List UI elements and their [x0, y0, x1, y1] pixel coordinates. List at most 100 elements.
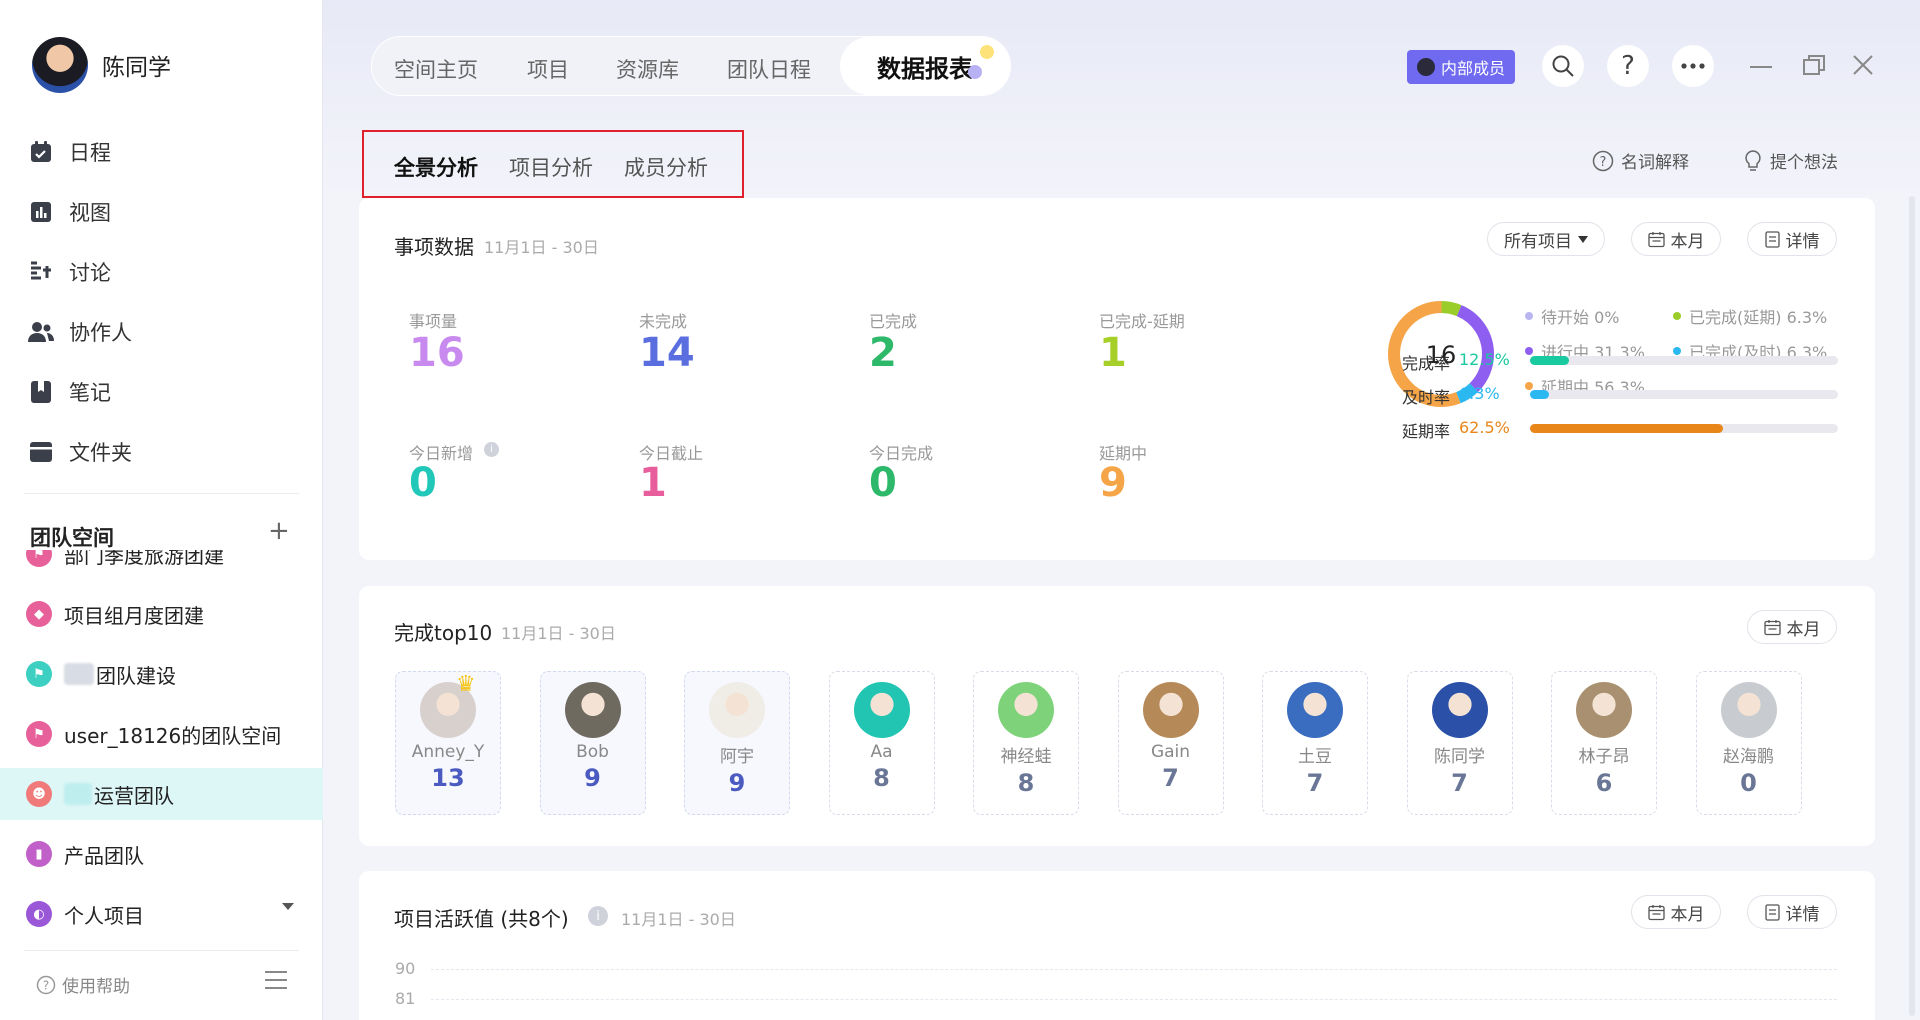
team-item[interactable]: ⚑ user_18126的团队空间 [0, 708, 323, 760]
question-circle-icon: ? [1592, 150, 1614, 171]
sidebar: 陈同学 日程 视图 讨论 协作人 笔记 文件夹 团队空间 + ⚑ 部门季度旅游团… [0, 0, 323, 1020]
member-card[interactable]: Gain 7 [1117, 671, 1224, 815]
nav-item-folder[interactable]: 文件夹 [27, 427, 307, 477]
user-avatar[interactable] [32, 37, 88, 93]
add-team-button[interactable]: + [268, 516, 290, 546]
member-name: Anney_Y [411, 742, 485, 762]
team-list[interactable]: ⚑ 部门季度旅游团建 ◆ 项目组月度团建 ⚑ 团队建设 ⚑ user_18126… [0, 550, 323, 967]
tab-data-report[interactable]: 数据报表 [840, 37, 1010, 95]
restore-button[interactable] [1803, 55, 1825, 75]
tab-resources[interactable]: 资源库 [616, 54, 679, 84]
member-card[interactable]: 阿宇 9 [684, 671, 790, 815]
expand-arrow-icon[interactable] [281, 902, 295, 912]
scrollbar[interactable] [1909, 196, 1915, 1016]
member-count: 7 [1306, 769, 1324, 797]
tab-team-schedule[interactable]: 团队日程 [727, 54, 811, 84]
team-item-label: 部门季度旅游团建 [64, 550, 224, 568]
stat-value: 0 [409, 460, 437, 506]
top-tabs: 空间主页 项目 资源库 团队日程 数据报表 [371, 36, 1011, 96]
member-badge[interactable]: 内部成员 [1407, 50, 1516, 84]
rate-value: 6.3% [1459, 384, 1500, 403]
team-item-label: 运营团队 [94, 783, 174, 808]
month-button[interactable]: 本月 [1747, 610, 1837, 644]
stat-label: 未完成 [639, 312, 688, 331]
badge-avatar [1417, 58, 1435, 76]
team-hat-icon: ◆ [26, 601, 52, 627]
detail-button-label: 详情 [1785, 904, 1820, 925]
month-button-label: 本月 [1670, 231, 1705, 252]
member-avatar [1576, 682, 1632, 738]
member-avatar [564, 682, 621, 738]
member-count: 8 [873, 764, 890, 792]
member-count: 9 [584, 764, 601, 792]
nav-item-view[interactable]: 视图 [27, 187, 307, 237]
tab-space-home[interactable]: 空间主页 [394, 54, 478, 84]
month-button[interactable]: 本月 [1631, 895, 1721, 929]
team-item[interactable]: ▮ 产品团队 [0, 828, 323, 880]
member-avatar [1431, 682, 1488, 738]
member-card[interactable]: 林子昂 6 [1551, 671, 1657, 815]
subtab-project[interactable]: 项目分析 [509, 152, 593, 182]
info-icon[interactable]: i [588, 906, 608, 926]
rate-bar-fill [1530, 424, 1723, 433]
activity-title: 项目活跃值 (共8个) [394, 907, 569, 931]
close-button[interactable] [1853, 55, 1873, 75]
folder-icon [27, 438, 55, 466]
legend-dot [1525, 312, 1533, 320]
member-card[interactable]: 赵海鹏 0 [1695, 671, 1802, 815]
y-tick: 90 [395, 959, 416, 978]
user-name[interactable]: 陈同学 [102, 48, 171, 82]
team-item-active[interactable]: ☻ 运营团队 [0, 768, 323, 820]
member-name: 土豆 [1298, 747, 1332, 767]
member-card[interactable]: 神经蛙 8 [973, 671, 1079, 815]
tab-data-report-label: 数据报表 [877, 54, 973, 83]
team-item[interactable]: ◐ 个人项目 [0, 888, 323, 940]
detail-button[interactable]: 详情 [1747, 895, 1837, 929]
member-name: 神经蛙 [1000, 747, 1052, 767]
nav-item-label: 笔记 [69, 381, 111, 405]
member-card[interactable]: Bob 9 [539, 671, 646, 815]
member-name: 林子昂 [1578, 747, 1630, 767]
help-circle-icon: ? [36, 975, 56, 994]
stat-value: 0 [869, 460, 897, 506]
stat-label: 事项量 [409, 312, 458, 331]
tab-projects[interactable]: 项目 [527, 54, 569, 84]
info-icon[interactable]: i [484, 442, 499, 457]
member-count: 6 [1595, 769, 1613, 797]
subtab-member[interactable]: 成员分析 [624, 152, 708, 182]
search-button[interactable] [1542, 45, 1584, 87]
nav-item-label: 讨论 [69, 261, 111, 285]
close-icon [1853, 55, 1873, 75]
nav-item-schedule[interactable]: 日程 [27, 127, 307, 177]
help-button[interactable]: ? [1607, 45, 1649, 87]
help-link[interactable]: ? 使用帮助 [36, 972, 130, 997]
month-button[interactable]: 本月 [1631, 222, 1721, 256]
more-button[interactable] [1672, 45, 1714, 87]
member-card[interactable]: 陈同学 7 [1406, 671, 1513, 815]
svg-text:?: ? [1600, 155, 1607, 170]
team-item[interactable]: ◆ 项目组月度团建 [0, 588, 323, 640]
member-avatar [709, 682, 765, 738]
member-name: 赵海鹏 [1723, 747, 1774, 767]
team-item[interactable]: ⚑ 团队建设 [0, 648, 323, 700]
menu-icon[interactable] [264, 970, 288, 990]
member-card[interactable]: Aa 8 [828, 671, 935, 815]
member-card[interactable]: ♛ Anney_Y 13 [395, 671, 501, 815]
member-count: 0 [1740, 769, 1757, 797]
nav-item-notes[interactable]: 笔记 [27, 367, 307, 417]
feedback-link[interactable]: 提个想法 [1743, 148, 1838, 173]
activity-card: 项目活跃值 (共8个) i 11月1日 - 30日 本月 详情 90 81 [359, 871, 1875, 1020]
project-filter-dropdown[interactable]: 所有项目 [1487, 222, 1605, 256]
glossary-link[interactable]: ? 名词解释 [1592, 148, 1689, 173]
subtab-overview[interactable]: 全景分析 [394, 152, 478, 182]
detail-button[interactable]: 详情 [1747, 222, 1837, 256]
minimize-button[interactable] [1750, 65, 1772, 69]
note-icon [27, 378, 55, 406]
nav-item-collaborators[interactable]: 协作人 [27, 307, 307, 357]
rate-bar-track [1530, 424, 1838, 433]
member-card[interactable]: 土豆 7 [1262, 671, 1368, 815]
more-dots-icon [1681, 63, 1705, 69]
team-item[interactable]: ⚑ 部门季度旅游团建 [0, 550, 323, 580]
decor-dot [968, 65, 982, 79]
nav-item-discussion[interactable]: 讨论 [27, 247, 307, 297]
